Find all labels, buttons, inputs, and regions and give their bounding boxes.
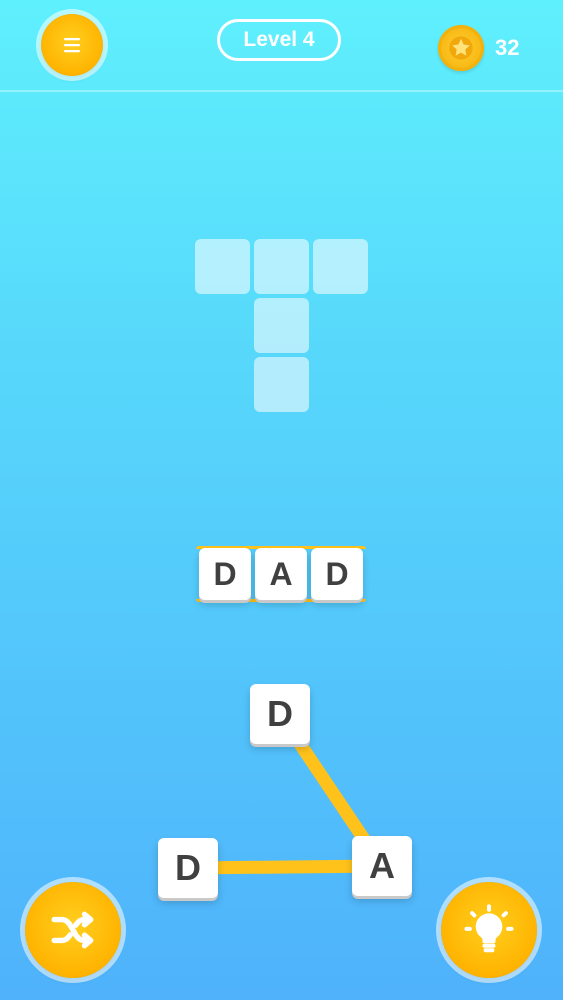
wheel-letter-tile[interactable]: D xyxy=(158,838,218,898)
lightbulb-icon xyxy=(464,904,514,953)
hint-button[interactable] xyxy=(441,882,537,978)
wheel-letter-tile[interactable]: D xyxy=(250,684,310,744)
shuffle-icon xyxy=(51,911,94,949)
wheel-letter-tile[interactable]: A xyxy=(352,836,412,896)
selection-connector xyxy=(181,707,389,875)
shuffle-button[interactable] xyxy=(25,882,121,978)
